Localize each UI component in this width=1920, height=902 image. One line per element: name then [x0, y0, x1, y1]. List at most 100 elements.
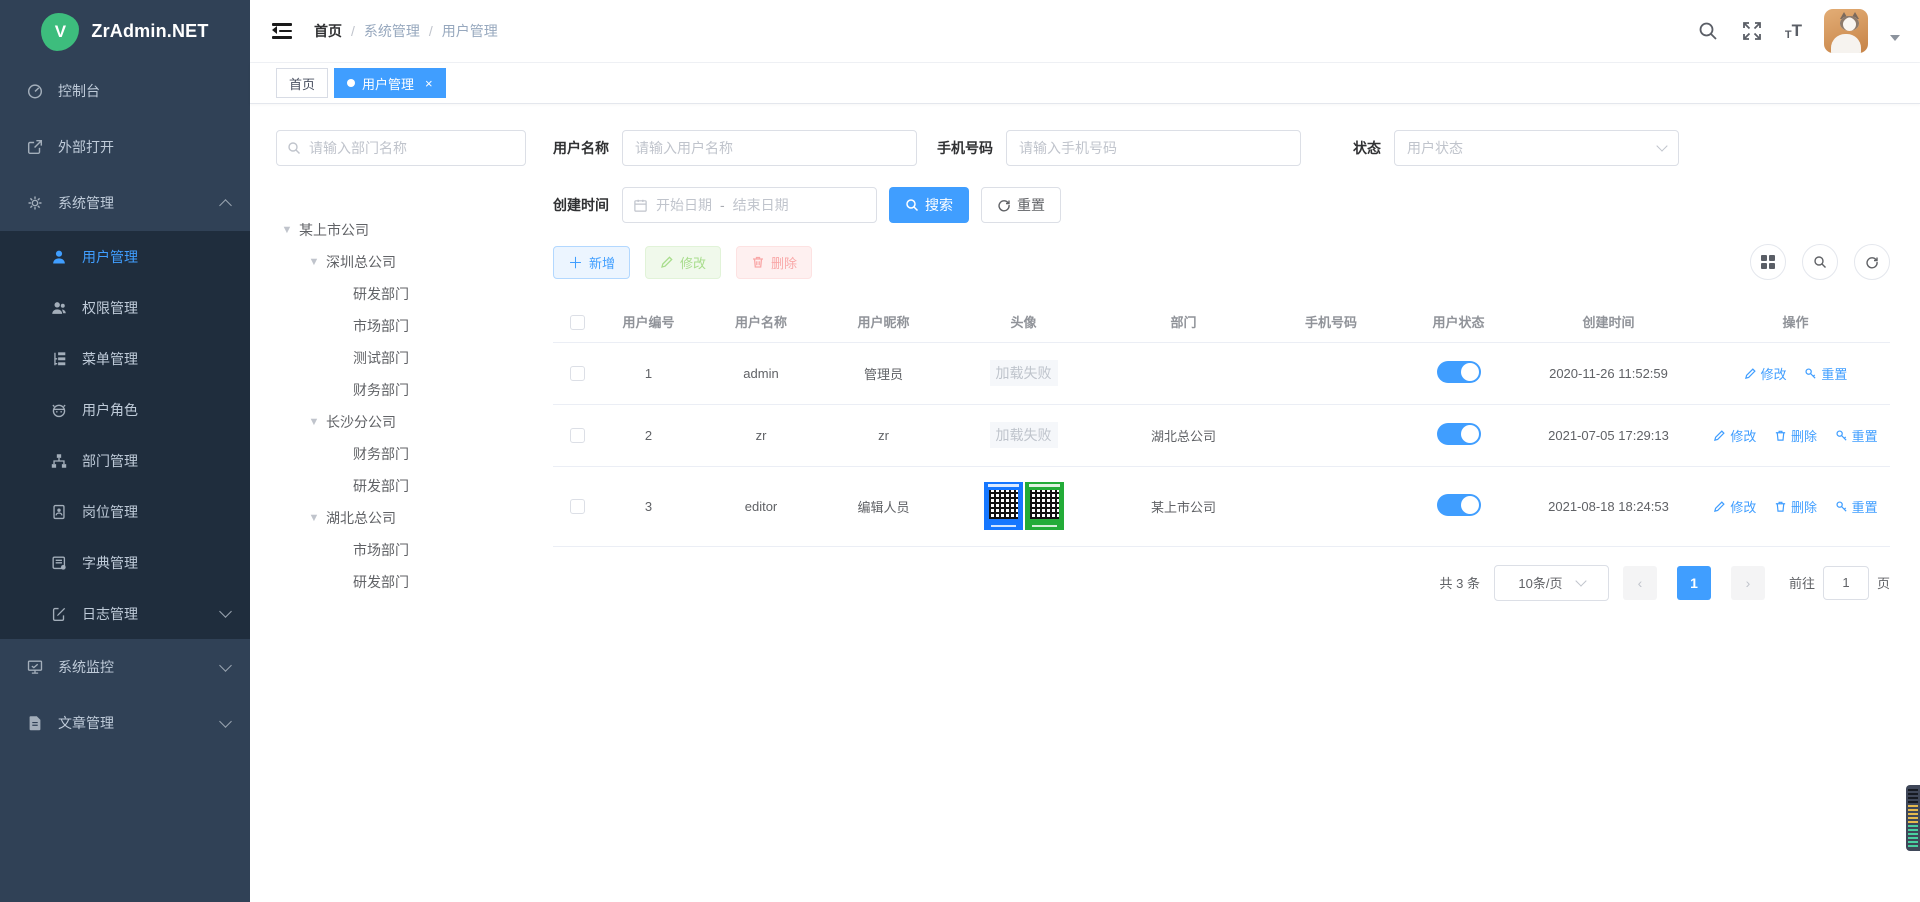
tab-user-mgmt[interactable]: 用户管理 ×: [334, 68, 446, 98]
qr-code-blue: [984, 482, 1023, 530]
tree-node[interactable]: 市场部门: [276, 534, 526, 566]
tree-node[interactable]: ▼ 湖北总公司: [276, 502, 526, 534]
table-header-row: 用户编号 用户名称 用户昵称 头像 部门 手机号码 用户状态 创建时间 操作: [553, 302, 1890, 342]
caret-down-icon[interactable]: ▼: [280, 224, 294, 236]
pencil-icon: [1713, 500, 1726, 513]
table-row: 3 editor 编辑人员 某上市公司: [553, 466, 1890, 546]
sidebar-item-dashboard[interactable]: 控制台: [0, 63, 250, 119]
sidebar-item-label: 日志管理: [82, 604, 221, 624]
avatar[interactable]: [1824, 9, 1868, 53]
tree-node[interactable]: 研发部门: [276, 470, 526, 502]
close-icon[interactable]: ×: [425, 77, 433, 90]
color-meter-widget[interactable]: [1906, 785, 1920, 851]
calendar-icon: [633, 198, 648, 213]
logo[interactable]: V ZrAdmin.NET: [0, 0, 250, 63]
sidebar-item-permission-mgmt[interactable]: 权限管理: [0, 282, 250, 333]
row-delete-link[interactable]: 删除: [1774, 497, 1817, 516]
row-delete-link[interactable]: 删除: [1774, 426, 1817, 445]
caret-down-icon[interactable]: [1890, 35, 1900, 41]
tree-node[interactable]: ▼某上市公司: [276, 214, 526, 246]
search-button[interactable]: 搜索: [889, 187, 969, 223]
goto-page-input[interactable]: [1823, 566, 1869, 600]
sidebar-item-post-mgmt[interactable]: 岗位管理: [0, 486, 250, 537]
dictionary-icon: [50, 554, 68, 572]
username-input[interactable]: [635, 140, 904, 156]
prev-page-button[interactable]: ‹: [1623, 566, 1657, 600]
tree-node[interactable]: ▼深圳总公司: [276, 246, 526, 278]
tree-node[interactable]: 市场部门: [276, 310, 526, 342]
tree-node[interactable]: 财务部门: [276, 374, 526, 406]
robot-icon: [50, 401, 68, 419]
search-icon[interactable]: [1802, 244, 1838, 280]
edit-button[interactable]: 修改: [645, 246, 721, 279]
sidebar-item-system-monitor[interactable]: 系统监控: [0, 639, 250, 695]
breadcrumb-home[interactable]: 首页: [314, 21, 342, 41]
current-page-button[interactable]: 1: [1677, 566, 1711, 600]
row-reset-link[interactable]: 重置: [1835, 426, 1878, 445]
status-select[interactable]: 用户状态: [1394, 130, 1679, 166]
edit-button-label: 修改: [680, 253, 706, 272]
main-area: 首页 / 系统管理 / 用户管理 TT 首页 用户管理 ×: [250, 0, 1920, 902]
next-page-button[interactable]: ›: [1731, 566, 1765, 600]
tree-node[interactable]: 研发部门: [276, 278, 526, 310]
delete-button[interactable]: 删除: [736, 246, 812, 279]
app-root: V ZrAdmin.NET 控制台 外部打开 系统管理 用户管理: [0, 0, 1920, 902]
tree-node[interactable]: ▼长沙分公司: [276, 406, 526, 438]
columns-grid-icon[interactable]: [1750, 244, 1786, 280]
plus-icon: ＋: [568, 252, 583, 273]
page-size-select[interactable]: 10条/页: [1494, 565, 1609, 601]
dept-search-input[interactable]: [309, 140, 515, 156]
caret-down-icon[interactable]: ▼: [307, 416, 321, 428]
date-range-picker[interactable]: 开始日期 - 结束日期: [622, 187, 877, 223]
user-status-toggle[interactable]: [1437, 494, 1481, 516]
sidebar-item-log-mgmt[interactable]: 日志管理: [0, 588, 250, 639]
sidebar-item-article-mgmt[interactable]: 文章管理: [0, 695, 250, 751]
caret-down-icon[interactable]: ▼: [307, 512, 321, 524]
sidebar-item-user-mgmt[interactable]: 用户管理: [0, 231, 250, 282]
row-edit-link[interactable]: 修改: [1713, 497, 1756, 516]
tree-node[interactable]: 研发部门: [276, 566, 526, 598]
sidebar-fold-icon[interactable]: [272, 23, 292, 39]
phone-input[interactable]: [1019, 140, 1288, 156]
tab-label: 首页: [289, 74, 315, 93]
row-checkbox[interactable]: [570, 428, 585, 443]
tree-node[interactable]: 测试部门: [276, 342, 526, 374]
breadcrumb-separator: /: [351, 23, 355, 39]
sidebar-item-dept-mgmt[interactable]: 部门管理: [0, 435, 250, 486]
reset-button[interactable]: 重置: [981, 187, 1061, 223]
add-button-label: 新增: [589, 253, 615, 272]
row-checkbox[interactable]: [570, 366, 585, 381]
cell-nickname: 管理员: [826, 342, 941, 404]
cell-created: 2021-08-18 18:24:53: [1516, 466, 1701, 546]
users-icon: [50, 299, 68, 317]
fullscreen-icon[interactable]: [1741, 20, 1763, 42]
tab-home[interactable]: 首页: [276, 68, 328, 98]
tree-node[interactable]: 财务部门: [276, 438, 526, 470]
sidebar-item-dict-mgmt[interactable]: 字典管理: [0, 537, 250, 588]
select-all-checkbox[interactable]: [570, 315, 585, 330]
delete-button-label: 删除: [771, 253, 797, 272]
refresh-icon[interactable]: [1854, 244, 1890, 280]
sidebar-item-system-mgmt[interactable]: 系统管理: [0, 175, 250, 231]
sidebar-item-external-open[interactable]: 外部打开: [0, 119, 250, 175]
dept-search-box: [276, 130, 526, 166]
user-status-toggle[interactable]: [1437, 423, 1481, 445]
table-toolbar: ＋ 新增 修改 删除: [553, 244, 1890, 280]
sidebar-item-menu-mgmt[interactable]: 菜单管理: [0, 333, 250, 384]
row-edit-link[interactable]: 修改: [1744, 364, 1787, 383]
tree-node-label: 财务部门: [353, 380, 409, 400]
row-reset-link[interactable]: 重置: [1835, 497, 1878, 516]
caret-down-icon[interactable]: ▼: [307, 256, 321, 268]
search-icon[interactable]: [1697, 20, 1719, 42]
row-checkbox[interactable]: [570, 499, 585, 514]
row-reset-link[interactable]: 重置: [1804, 364, 1847, 383]
user-status-toggle[interactable]: [1437, 361, 1481, 383]
tree-node-label: 湖北总公司: [326, 508, 396, 528]
content: ▼某上市公司 ▼深圳总公司 研发部门 市场部门 测试部门 财务部门 ▼长沙分公司…: [250, 104, 1920, 902]
pencil-icon: [660, 255, 674, 269]
font-size-icon[interactable]: TT: [1785, 21, 1802, 41]
key-icon: [1835, 500, 1848, 513]
sidebar-item-user-role[interactable]: 用户角色: [0, 384, 250, 435]
add-button[interactable]: ＋ 新增: [553, 246, 630, 279]
row-edit-link[interactable]: 修改: [1713, 426, 1756, 445]
